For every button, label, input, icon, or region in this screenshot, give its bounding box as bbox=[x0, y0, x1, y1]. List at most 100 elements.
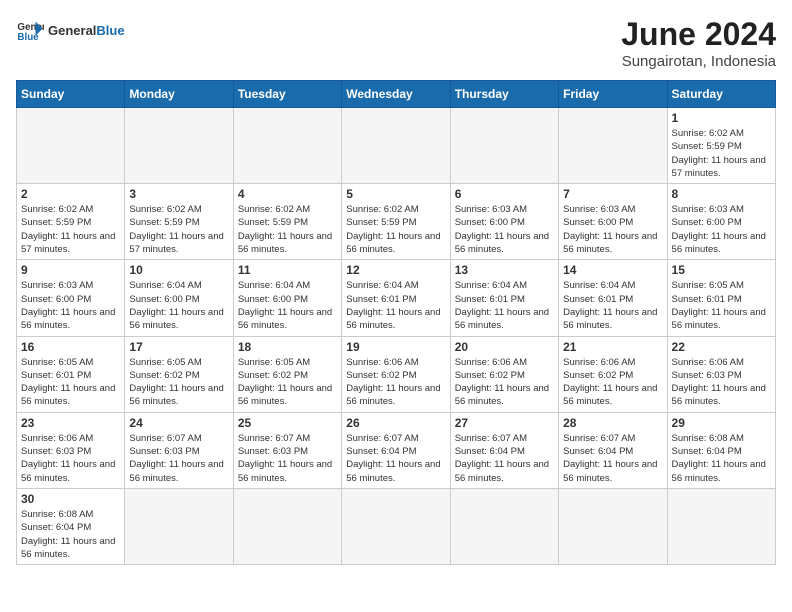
calendar-cell: 12Sunrise: 6:04 AMSunset: 6:01 PMDayligh… bbox=[342, 260, 450, 336]
calendar-location: Sungairotan, Indonesia bbox=[621, 53, 776, 70]
calendar-cell: 8 Sunrise: 6:03 AMSunset: 6:00 PMDaylight… bbox=[667, 184, 775, 260]
calendar-cell: 4 Sunrise: 6:02 AMSunset: 5:59 PMDaylight… bbox=[233, 184, 341, 260]
calendar-week-5: 23 Sunrise: 6:06 AMSunset: 6:03 PMDayligh… bbox=[17, 412, 776, 488]
day-info: Sunrise: 6:07 AMSunset: 6:04 PMDaylight:… bbox=[346, 432, 445, 485]
calendar-cell: 14Sunrise: 6:04 AMSunset: 6:01 PMDayligh… bbox=[559, 260, 667, 336]
calendar-week-6: 30 Sunrise: 6:08 AMSunset: 6:04 PMDayligh… bbox=[17, 488, 776, 564]
day-info: Sunrise: 6:02 AMSunset: 5:59 PMDaylight:… bbox=[21, 203, 120, 256]
calendar-cell: 30 Sunrise: 6:08 AMSunset: 6:04 PMDayligh… bbox=[17, 488, 125, 564]
day-number: 29 bbox=[672, 416, 771, 430]
weekday-header-row: SundayMondayTuesdayWednesdayThursdayFrid… bbox=[17, 81, 776, 108]
day-info: Sunrise: 6:03 AMSunset: 6:00 PMDaylight:… bbox=[21, 279, 120, 332]
day-info: Sunrise: 6:03 AMSunset: 6:00 PMDaylight:… bbox=[672, 203, 771, 256]
day-number: 3 bbox=[129, 187, 228, 201]
day-info: Sunrise: 6:06 AMSunset: 6:03 PMDaylight:… bbox=[672, 356, 771, 409]
calendar-table: SundayMondayTuesdayWednesdayThursdayFrid… bbox=[16, 80, 776, 565]
calendar-cell: 5Sunrise: 6:02 AMSunset: 5:59 PMDaylight… bbox=[342, 184, 450, 260]
calendar-cell bbox=[559, 488, 667, 564]
calendar-cell: 18 Sunrise: 6:05 AMSunset: 6:02 PMDayligh… bbox=[233, 336, 341, 412]
weekday-header-sunday: Sunday bbox=[17, 81, 125, 108]
day-info: Sunrise: 6:07 AMSunset: 6:04 PMDaylight:… bbox=[455, 432, 554, 485]
day-info: Sunrise: 6:08 AMSunset: 6:04 PMDaylight:… bbox=[21, 508, 120, 561]
calendar-week-4: 16Sunrise: 6:05 AMSunset: 6:01 PMDayligh… bbox=[17, 336, 776, 412]
weekday-header-tuesday: Tuesday bbox=[233, 81, 341, 108]
weekday-header-friday: Friday bbox=[559, 81, 667, 108]
day-info: Sunrise: 6:02 AMSunset: 5:59 PMDaylight:… bbox=[238, 203, 337, 256]
day-number: 1 bbox=[672, 111, 771, 125]
calendar-cell: 21Sunrise: 6:06 AMSunset: 6:02 PMDayligh… bbox=[559, 336, 667, 412]
calendar-cell: 25 Sunrise: 6:07 AMSunset: 6:03 PMDayligh… bbox=[233, 412, 341, 488]
day-info: Sunrise: 6:05 AMSunset: 6:02 PMDaylight:… bbox=[129, 356, 228, 409]
day-number: 4 bbox=[238, 187, 337, 201]
day-info: Sunrise: 6:07 AMSunset: 6:03 PMDaylight:… bbox=[129, 432, 228, 485]
day-info: Sunrise: 6:04 AMSunset: 6:01 PMDaylight:… bbox=[346, 279, 445, 332]
weekday-header-thursday: Thursday bbox=[450, 81, 558, 108]
day-number: 25 bbox=[238, 416, 337, 430]
day-number: 8 bbox=[672, 187, 771, 201]
calendar-month-year: June 2024 bbox=[621, 16, 776, 53]
calendar-cell: 11 Sunrise: 6:04 AMSunset: 6:00 PMDayligh… bbox=[233, 260, 341, 336]
day-number: 30 bbox=[21, 492, 120, 506]
logo-icon: General Blue bbox=[16, 16, 44, 44]
calendar-cell: 3 Sunrise: 6:02 AMSunset: 5:59 PMDaylight… bbox=[125, 184, 233, 260]
calendar-cell: 2 Sunrise: 6:02 AMSunset: 5:59 PMDaylight… bbox=[17, 184, 125, 260]
day-number: 2 bbox=[21, 187, 120, 201]
calendar-cell bbox=[667, 488, 775, 564]
day-info: Sunrise: 6:04 AMSunset: 6:00 PMDaylight:… bbox=[129, 279, 228, 332]
day-info: Sunrise: 6:02 AMSunset: 5:59 PMDaylight:… bbox=[672, 127, 771, 180]
day-info: Sunrise: 6:06 AMSunset: 6:03 PMDaylight:… bbox=[21, 432, 120, 485]
day-number: 22 bbox=[672, 340, 771, 354]
calendar-cell: 24 Sunrise: 6:07 AMSunset: 6:03 PMDayligh… bbox=[125, 412, 233, 488]
day-info: Sunrise: 6:02 AMSunset: 5:59 PMDaylight:… bbox=[346, 203, 445, 256]
day-info: Sunrise: 6:05 AMSunset: 6:02 PMDaylight:… bbox=[238, 356, 337, 409]
day-info: Sunrise: 6:08 AMSunset: 6:04 PMDaylight:… bbox=[672, 432, 771, 485]
calendar-cell: 9 Sunrise: 6:03 AMSunset: 6:00 PMDaylight… bbox=[17, 260, 125, 336]
day-info: Sunrise: 6:02 AMSunset: 5:59 PMDaylight:… bbox=[129, 203, 228, 256]
calendar-header: SundayMondayTuesdayWednesdayThursdayFrid… bbox=[17, 81, 776, 108]
calendar-cell bbox=[17, 108, 125, 184]
calendar-cell: 27 Sunrise: 6:07 AMSunset: 6:04 PMDayligh… bbox=[450, 412, 558, 488]
calendar-cell: 28Sunrise: 6:07 AMSunset: 6:04 PMDayligh… bbox=[559, 412, 667, 488]
calendar-cell: 20Sunrise: 6:06 AMSunset: 6:02 PMDayligh… bbox=[450, 336, 558, 412]
day-number: 21 bbox=[563, 340, 662, 354]
day-number: 11 bbox=[238, 263, 337, 277]
calendar-week-3: 9 Sunrise: 6:03 AMSunset: 6:00 PMDaylight… bbox=[17, 260, 776, 336]
day-number: 16 bbox=[21, 340, 120, 354]
calendar-cell: 26Sunrise: 6:07 AMSunset: 6:04 PMDayligh… bbox=[342, 412, 450, 488]
day-number: 9 bbox=[21, 263, 120, 277]
day-info: Sunrise: 6:05 AMSunset: 6:01 PMDaylight:… bbox=[672, 279, 771, 332]
calendar-title-block: June 2024 Sungairotan, Indonesia bbox=[621, 16, 776, 70]
day-number: 17 bbox=[129, 340, 228, 354]
calendar-cell bbox=[125, 488, 233, 564]
calendar-cell bbox=[450, 488, 558, 564]
calendar-cell: 22 Sunrise: 6:06 AMSunset: 6:03 PMDayligh… bbox=[667, 336, 775, 412]
day-number: 20 bbox=[455, 340, 554, 354]
calendar-cell bbox=[233, 488, 341, 564]
calendar-cell: 19Sunrise: 6:06 AMSunset: 6:02 PMDayligh… bbox=[342, 336, 450, 412]
calendar-cell bbox=[342, 488, 450, 564]
day-info: Sunrise: 6:03 AMSunset: 6:00 PMDaylight:… bbox=[455, 203, 554, 256]
calendar-cell: 1 Sunrise: 6:02 AMSunset: 5:59 PMDaylight… bbox=[667, 108, 775, 184]
weekday-header-saturday: Saturday bbox=[667, 81, 775, 108]
day-number: 18 bbox=[238, 340, 337, 354]
day-info: Sunrise: 6:04 AMSunset: 6:01 PMDaylight:… bbox=[563, 279, 662, 332]
day-number: 7 bbox=[563, 187, 662, 201]
logo: General Blue GeneralBlue bbox=[16, 16, 125, 44]
logo-text: GeneralBlue bbox=[48, 23, 125, 38]
day-info: Sunrise: 6:04 AMSunset: 6:00 PMDaylight:… bbox=[238, 279, 337, 332]
calendar-cell bbox=[559, 108, 667, 184]
calendar-cell bbox=[233, 108, 341, 184]
calendar-cell bbox=[125, 108, 233, 184]
day-number: 27 bbox=[455, 416, 554, 430]
calendar-cell: 10 Sunrise: 6:04 AMSunset: 6:00 PMDayligh… bbox=[125, 260, 233, 336]
day-number: 24 bbox=[129, 416, 228, 430]
day-number: 28 bbox=[563, 416, 662, 430]
weekday-header-wednesday: Wednesday bbox=[342, 81, 450, 108]
day-number: 10 bbox=[129, 263, 228, 277]
day-number: 23 bbox=[21, 416, 120, 430]
day-number: 6 bbox=[455, 187, 554, 201]
calendar-cell: 15Sunrise: 6:05 AMSunset: 6:01 PMDayligh… bbox=[667, 260, 775, 336]
calendar-week-2: 2 Sunrise: 6:02 AMSunset: 5:59 PMDaylight… bbox=[17, 184, 776, 260]
calendar-cell: 29 Sunrise: 6:08 AMSunset: 6:04 PMDayligh… bbox=[667, 412, 775, 488]
day-info: Sunrise: 6:07 AMSunset: 6:03 PMDaylight:… bbox=[238, 432, 337, 485]
